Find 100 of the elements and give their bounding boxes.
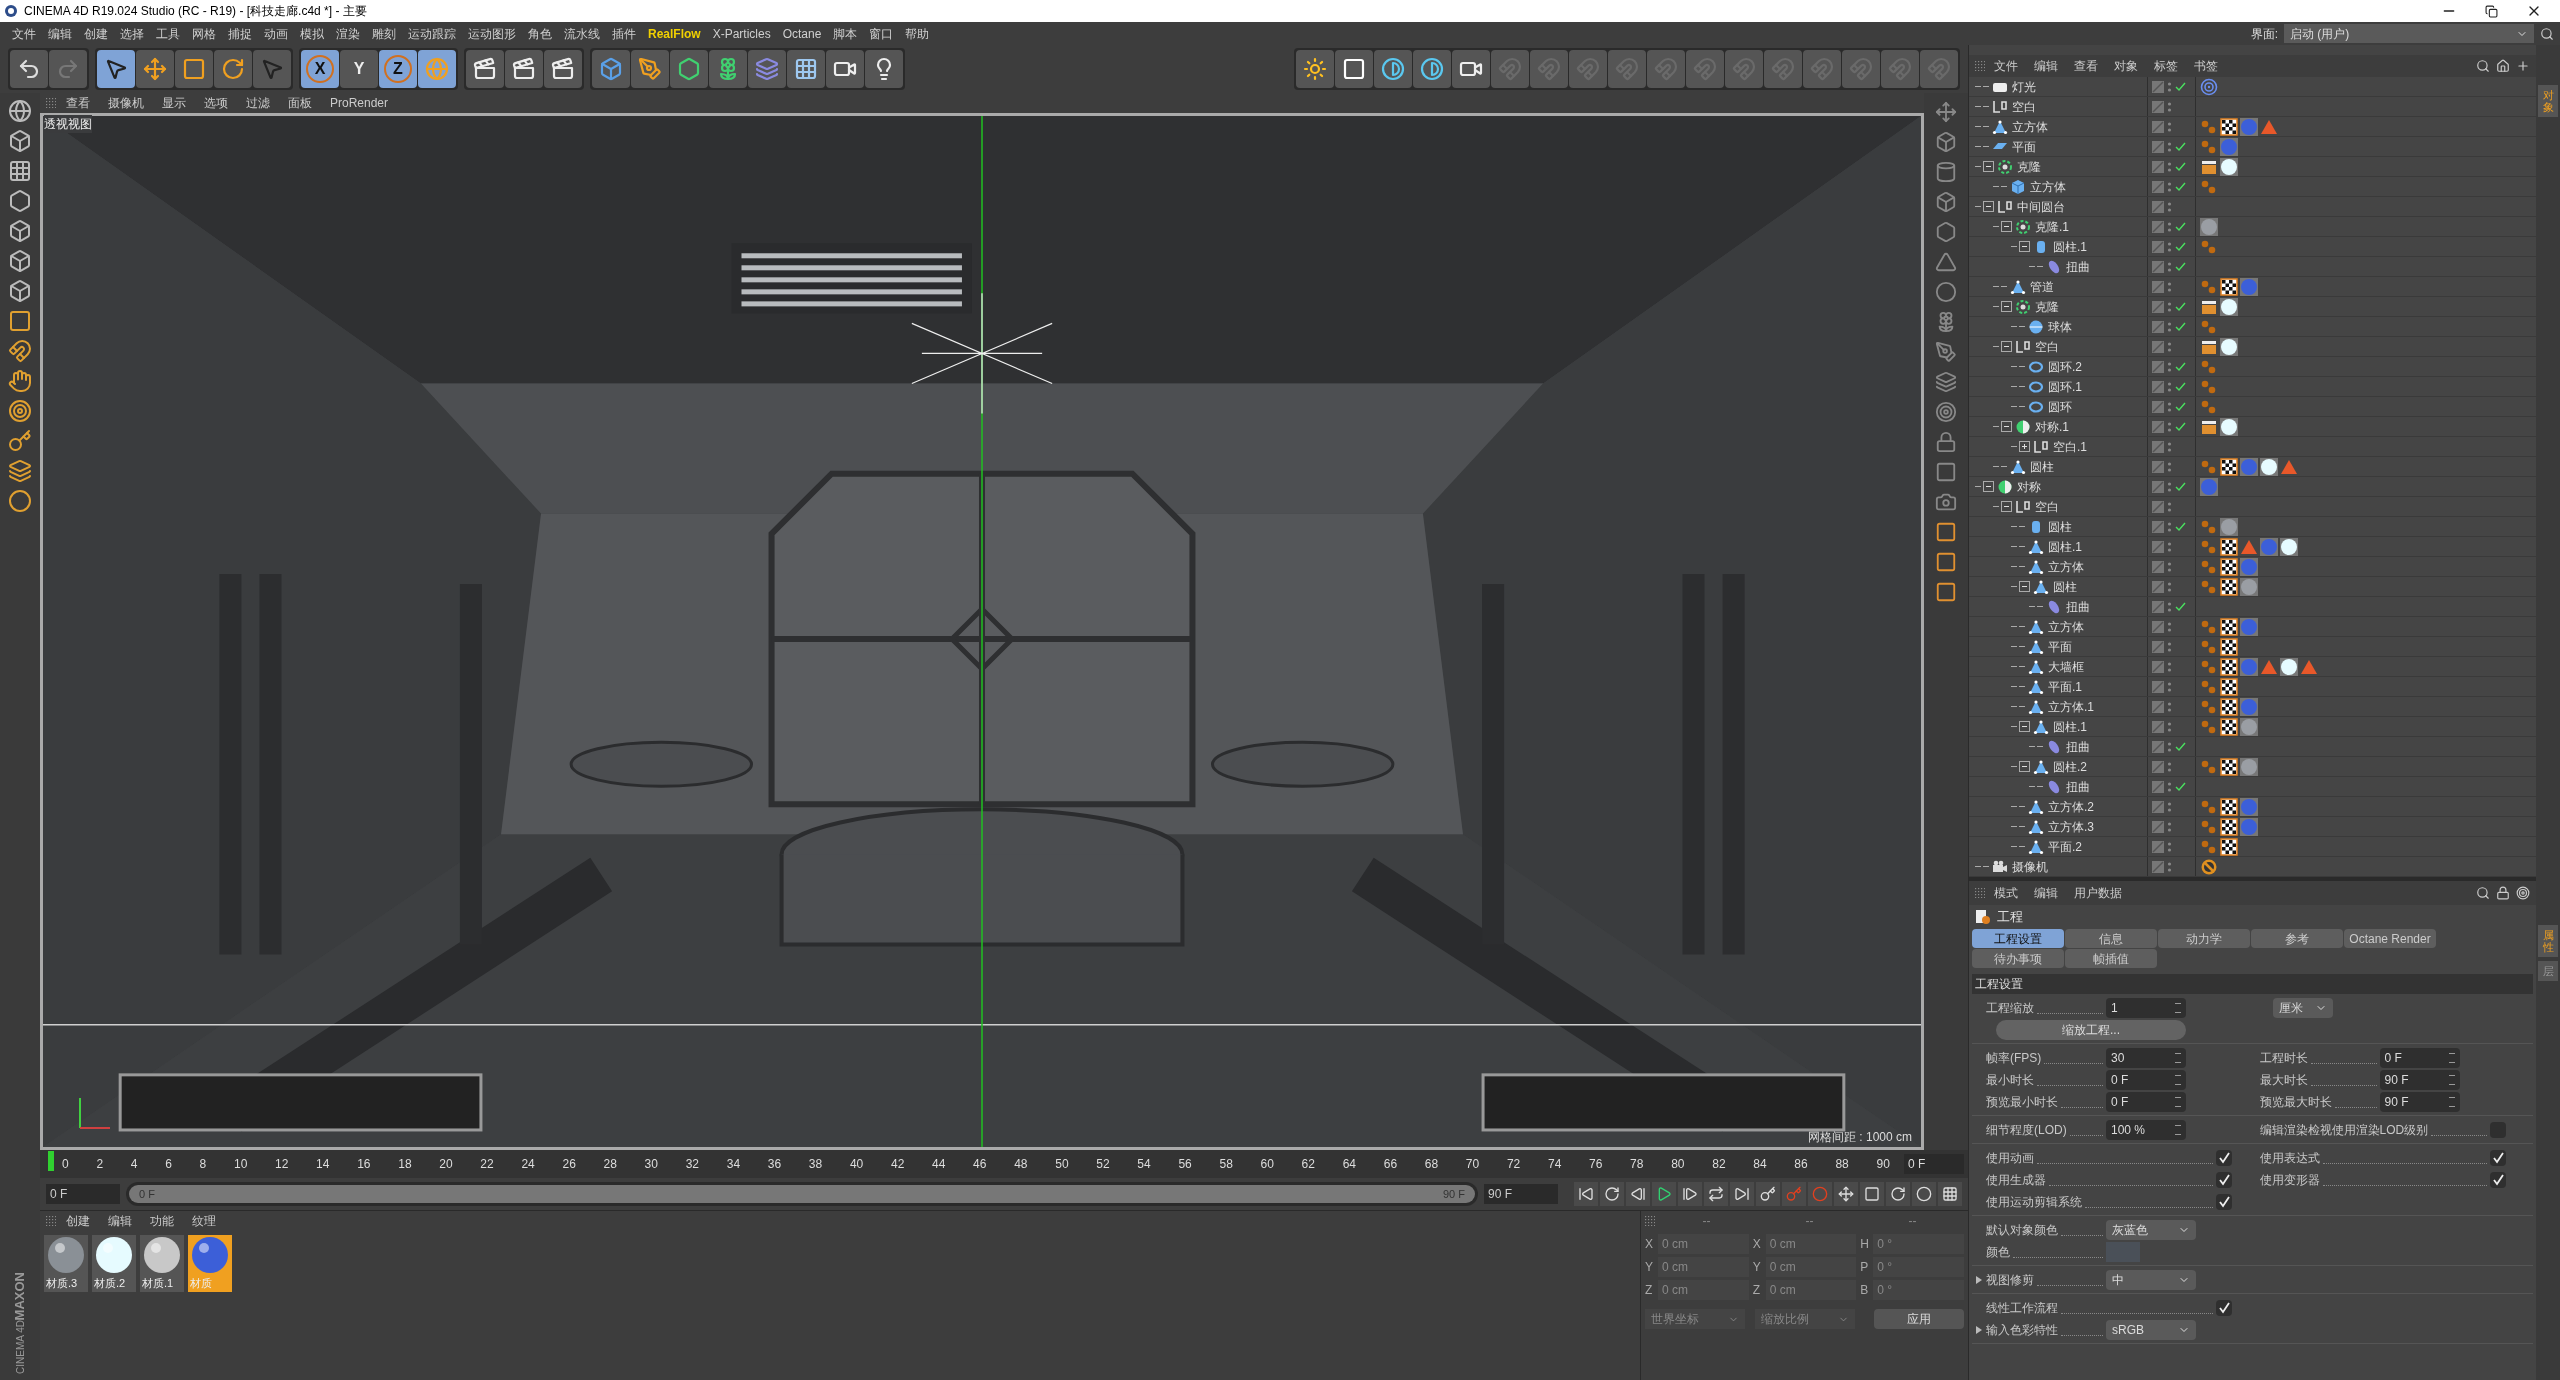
menu-item[interactable]: 动画	[258, 24, 294, 43]
playback-button[interactable]	[1886, 1182, 1910, 1206]
check-icon[interactable]	[2175, 361, 2186, 372]
object-name[interactable]: 灯光	[2012, 77, 2036, 96]
axis-toggle-button[interactable]: Z	[379, 50, 417, 88]
viewport-menu-item[interactable]: 过滤	[238, 94, 278, 112]
tool-icon[interactable]	[8, 369, 32, 393]
edit-toggle-icon[interactable]	[2152, 800, 2164, 813]
menu-item[interactable]: RealFlow	[642, 24, 707, 43]
playback-button[interactable]	[1860, 1182, 1884, 1206]
visibility-dots-icon[interactable]	[2167, 780, 2172, 793]
target-tag-icon[interactable]	[2200, 77, 2218, 96]
collapse-icon[interactable]	[2001, 301, 2012, 312]
checker-tag-icon[interactable]	[2220, 577, 2238, 596]
tool-icon[interactable]	[1935, 131, 1957, 153]
tool-icon[interactable]	[1935, 191, 1957, 213]
visibility-dots-icon[interactable]	[2167, 540, 2172, 553]
collapse-icon[interactable]	[1983, 161, 1994, 172]
visibility-dots-icon[interactable]	[2167, 460, 2172, 473]
menu-item[interactable]: 模拟	[294, 24, 330, 43]
visibility-dots-icon[interactable]	[2167, 820, 2172, 833]
object-name[interactable]: 平面.1	[2048, 677, 2082, 696]
lock-icon[interactable]	[2496, 886, 2510, 900]
material-swatch[interactable]: 材质.2	[92, 1235, 136, 1292]
object-name[interactable]: 圆柱	[2030, 457, 2054, 476]
visibility-dots-icon[interactable]	[2167, 480, 2172, 493]
visibility-dots-icon[interactable]	[2167, 600, 2172, 613]
viewport-menu-item[interactable]: 面板	[280, 94, 320, 112]
check-icon[interactable]	[2175, 181, 2186, 192]
visibility-dots-icon[interactable]	[2167, 660, 2172, 673]
visibility-dots-icon[interactable]	[2167, 120, 2172, 133]
edit-toggle-icon[interactable]	[2152, 560, 2164, 573]
menu-item[interactable]: 流水线	[558, 24, 606, 43]
menu-item[interactable]: 窗口	[863, 24, 900, 43]
object-name[interactable]: 圆环.1	[2048, 377, 2082, 396]
playback-button[interactable]	[1704, 1182, 1728, 1206]
playback-button[interactable]	[1730, 1182, 1754, 1206]
menu-item[interactable]: 编辑	[42, 24, 78, 43]
edit-toggle-icon[interactable]	[2152, 380, 2164, 393]
playback-button[interactable]	[1912, 1182, 1936, 1206]
checker-tag-icon[interactable]	[2220, 277, 2238, 296]
tool-icon[interactable]	[8, 249, 32, 273]
tab[interactable]: 动力学	[2158, 929, 2250, 948]
object-name[interactable]: 圆柱.1	[2053, 237, 2087, 256]
axis-toggle-button[interactable]: X	[301, 50, 339, 88]
edit-toggle-icon[interactable]	[2152, 80, 2164, 93]
tool-icon[interactable]	[8, 489, 32, 513]
checker-tag-icon[interactable]	[2220, 757, 2238, 776]
tool-icon[interactable]	[1935, 101, 1957, 123]
check-icon[interactable]	[2175, 781, 2186, 792]
start-frame-field[interactable]: 0 F	[46, 1184, 120, 1204]
number-field[interactable]: 90 F	[2379, 1091, 2460, 1112]
material-tag-icon[interactable]	[2240, 757, 2258, 776]
menu-item[interactable]: 选择	[114, 24, 150, 43]
number-field[interactable]: 100 %	[2106, 1119, 2186, 1140]
object-name[interactable]: 球体	[2048, 317, 2072, 336]
check-icon[interactable]	[2175, 81, 2186, 92]
material-tag-icon[interactable]	[2280, 537, 2298, 556]
object-name[interactable]: 圆柱.1	[2048, 537, 2082, 556]
checkbox[interactable]	[2216, 1171, 2232, 1188]
visibility-dots-icon[interactable]	[2167, 640, 2172, 653]
edit-toggle-icon[interactable]	[2152, 860, 2164, 873]
menu-item[interactable]: 渲染	[330, 24, 366, 43]
object-name[interactable]: 圆柱.2	[2053, 757, 2087, 776]
visibility-dots-icon[interactable]	[2167, 500, 2172, 513]
tool-icon[interactable]	[1935, 251, 1957, 273]
materials-menu-item[interactable]: 编辑	[100, 1212, 140, 1230]
material-tag-icon[interactable]	[2220, 297, 2238, 316]
object-name[interactable]: 立方体.3	[2048, 817, 2094, 836]
object-name[interactable]: 管道	[2030, 277, 2054, 296]
tool-icon[interactable]	[8, 399, 32, 423]
object-name[interactable]: 立方体	[2030, 177, 2066, 196]
materials-menu-item[interactable]: 纹理	[184, 1212, 224, 1230]
collapse-icon[interactable]	[1983, 481, 1994, 492]
expand-arrow-icon[interactable]	[1976, 1325, 1982, 1334]
visibility-dots-icon[interactable]	[2167, 620, 2172, 633]
viewport-menu-item[interactable]: ProRender	[322, 94, 397, 112]
tool-icon[interactable]	[1935, 551, 1957, 573]
side-tab[interactable]: 属性	[2538, 925, 2558, 958]
edit-toggle-icon[interactable]	[2152, 120, 2164, 133]
unit-dropdown[interactable]: 厘米	[2273, 997, 2333, 1018]
viewport-menu-item[interactable]: 查看	[58, 94, 98, 112]
menu-item[interactable]: Octane	[776, 24, 828, 43]
prohibited-tag-icon[interactable]	[2200, 857, 2218, 876]
attributes-menu-item[interactable]: 模式	[1987, 884, 2025, 902]
edit-toggle-icon[interactable]	[2152, 440, 2164, 453]
object-name[interactable]: 平面	[2048, 637, 2072, 656]
edit-toggle-icon[interactable]	[2152, 420, 2164, 433]
checker-tag-icon[interactable]	[2220, 837, 2238, 856]
playback-button[interactable]	[1600, 1182, 1624, 1206]
playback-button[interactable]	[1574, 1182, 1598, 1206]
edit-toggle-icon[interactable]	[2152, 140, 2164, 153]
side-tab[interactable]: 对象	[2538, 85, 2558, 118]
material-tag-icon[interactable]	[2220, 517, 2238, 536]
check-icon[interactable]	[2175, 161, 2186, 172]
menu-item[interactable]: 角色	[522, 24, 558, 43]
tool-icon[interactable]	[1935, 431, 1957, 453]
edit-toggle-icon[interactable]	[2152, 220, 2164, 233]
restore-icon[interactable]	[2485, 4, 2498, 18]
check-icon[interactable]	[2175, 741, 2186, 752]
